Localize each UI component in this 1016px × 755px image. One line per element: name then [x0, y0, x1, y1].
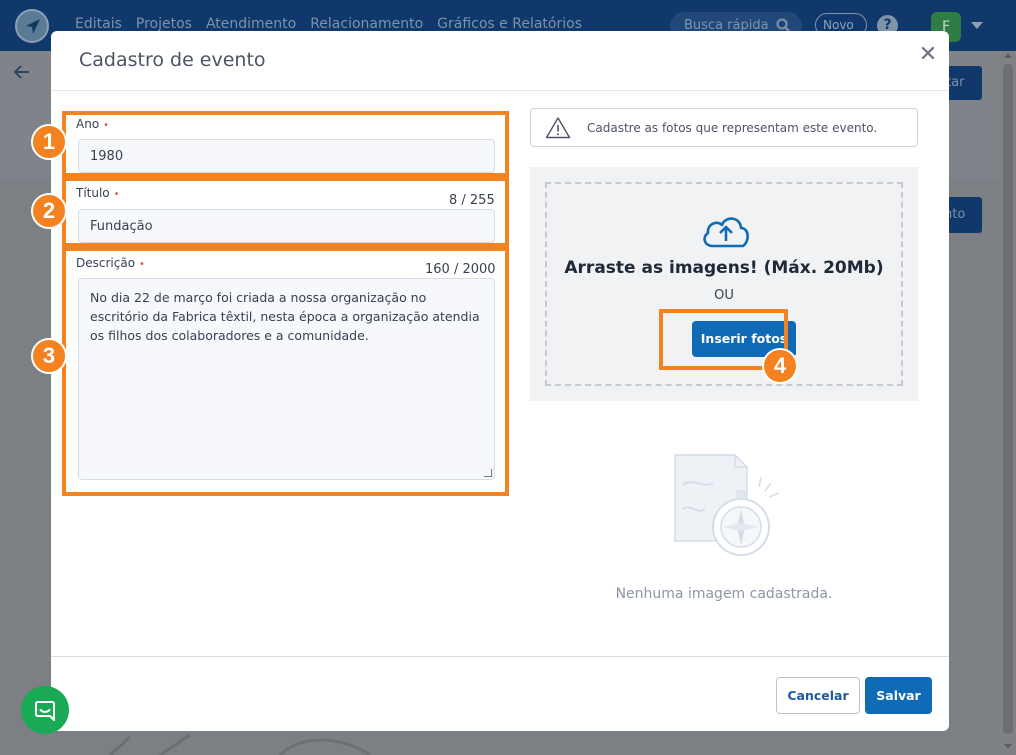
footer-divider	[51, 656, 949, 657]
drop-zone-or: OU	[714, 288, 734, 303]
highlight-box-ano	[62, 111, 509, 177]
scroll-up-arrow-icon[interactable]	[1004, 53, 1012, 58]
scroll-down-arrow-icon[interactable]	[1004, 744, 1012, 749]
annotation-badge-4: 4	[762, 348, 798, 384]
chat-icon	[35, 701, 55, 721]
annotation-badge-2: 2	[31, 193, 67, 229]
nav-atendimento[interactable]: Atendimento	[206, 16, 296, 32]
close-icon[interactable]: ✕	[917, 44, 939, 66]
caret-down-icon[interactable]	[971, 22, 983, 29]
empty-gallery-illustration-icon	[674, 454, 780, 556]
annotation-badge-1: 1	[31, 124, 67, 160]
notice-text: Cadastre as fotos que representam este e…	[587, 121, 878, 135]
background-illustration	[108, 733, 371, 755]
photo-notice: Cadastre as fotos que representam este e…	[530, 108, 918, 147]
highlight-box-descricao	[62, 247, 509, 496]
nav-editais[interactable]: Editais	[75, 16, 122, 32]
logo-arrow-icon	[26, 19, 40, 34]
header-divider	[51, 90, 949, 91]
nav-graficos-relatorios[interactable]: Gráficos e Relatórios	[437, 16, 582, 32]
chat-support-button[interactable]	[21, 686, 69, 734]
drop-zone-title: Arraste as imagens! (Máx. 20Mb)	[564, 258, 884, 278]
warning-icon	[545, 117, 571, 139]
highlight-box-titulo	[62, 177, 509, 247]
annotation-badge-3: 3	[31, 338, 67, 374]
modal-title: Cadastro de evento	[79, 49, 266, 71]
nav-relacionamento[interactable]: Relacionamento	[310, 16, 423, 32]
back-arrow-icon[interactable]	[13, 64, 30, 83]
search-icon	[776, 18, 790, 32]
nav-projetos[interactable]: Projetos	[136, 16, 192, 32]
event-modal: Cadastro de evento ✕ Ano • 1980 Título • 8…	[51, 31, 949, 731]
cancel-button[interactable]: Cancelar	[776, 677, 860, 714]
cloud-upload-icon	[703, 217, 749, 248]
app-logo[interactable]	[15, 9, 49, 43]
save-button[interactable]: Salvar	[865, 677, 932, 714]
main-nav: Editais Projetos Atendimento Relacioname…	[75, 16, 582, 32]
empty-state-text: Nenhuma imagem cadastrada.	[615, 586, 833, 602]
novo-label: Novo	[823, 18, 854, 32]
scrollbar-thumb[interactable]	[1003, 64, 1013, 734]
